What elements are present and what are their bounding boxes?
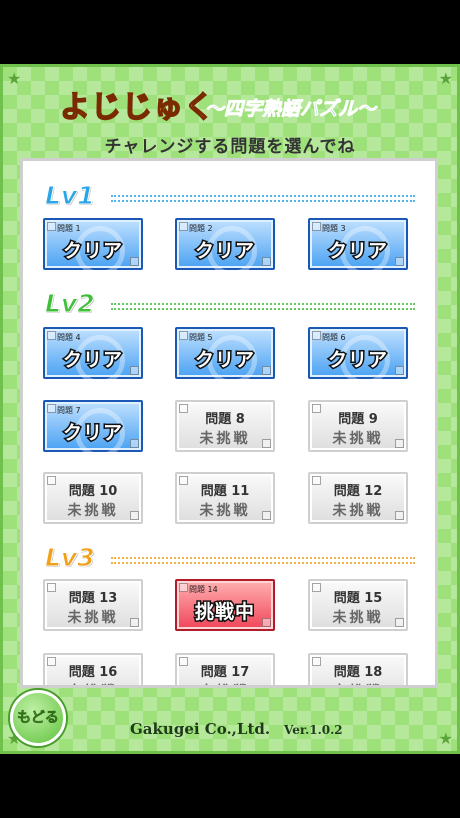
- puzzle-number: 問題 2: [189, 224, 213, 233]
- puzzle-status: 未挑戦: [67, 610, 119, 626]
- puzzle-button[interactable]: 問題 14 挑戦中: [175, 579, 275, 631]
- level-header-2: Lv2: [45, 289, 415, 319]
- level-divider: [111, 195, 415, 202]
- puzzle-status: クリア: [61, 421, 123, 446]
- puzzle-status: クリア: [193, 239, 255, 264]
- game-title: よじじゅく 〜四字熟語パズル〜: [59, 82, 420, 128]
- puzzle-button[interactable]: 問題 6 クリア: [308, 327, 408, 385]
- puzzle-status: 未挑戦: [45, 681, 141, 685]
- puzzle-status: クリア: [61, 239, 123, 264]
- level-header-1: Lv1: [45, 181, 415, 211]
- puzzle-number: 問題 4: [57, 333, 81, 342]
- puzzle-status: 未挑戦: [177, 681, 273, 685]
- puzzle-status: クリア: [61, 348, 123, 373]
- level-label: Lv1: [45, 181, 96, 211]
- puzzle-number: 問題 17: [200, 665, 250, 680]
- puzzle-number: 問題 9: [338, 412, 378, 427]
- puzzle-button[interactable]: 問題 12 未挑戦: [308, 472, 408, 524]
- puzzle-button[interactable]: 問題 2 クリア: [175, 218, 275, 276]
- company-name: Gakugei Co.,Ltd.: [130, 720, 271, 738]
- level-divider: [111, 557, 415, 564]
- puzzle-number: 問題 18: [333, 665, 383, 680]
- puzzle-button[interactable]: 問題 17未挑戦: [175, 653, 275, 685]
- star-icon: ★: [7, 69, 22, 88]
- puzzle-status: 挑戦中: [193, 600, 255, 625]
- puzzle-number: 問題 11: [200, 484, 250, 499]
- puzzle-status: クリア: [326, 239, 388, 264]
- puzzle-status: クリア: [193, 348, 255, 373]
- puzzle-number: 問題 7: [57, 406, 81, 415]
- title-main: よじじゅく: [59, 89, 215, 126]
- star-icon: ★: [438, 69, 453, 88]
- level-label: Lv3: [45, 543, 96, 573]
- puzzle-number: 問題 14: [189, 585, 218, 594]
- version-label: Ver.1.0.2: [284, 723, 343, 737]
- puzzle-number: 問題 8: [205, 412, 245, 427]
- puzzle-number: 問題 10: [68, 484, 118, 499]
- puzzle-status: 未挑戦: [199, 503, 251, 519]
- puzzle-status: 未挑戦: [332, 610, 384, 626]
- corner-fold-icon: [179, 583, 188, 592]
- puzzle-button[interactable]: 問題 15 未挑戦: [308, 579, 408, 631]
- puzzle-button[interactable]: 問題 3 クリア: [308, 218, 408, 276]
- puzzle-button[interactable]: 問題 18未挑戦: [308, 653, 408, 685]
- puzzle-button[interactable]: 問題 9 未挑戦: [308, 400, 408, 452]
- puzzle-number: 問題 1: [57, 224, 81, 233]
- puzzle-status: 未挑戦: [67, 503, 119, 519]
- puzzle-button[interactable]: 問題 11 未挑戦: [175, 472, 275, 524]
- puzzle-button[interactable]: 問題 7 クリア: [43, 400, 143, 458]
- level-divider: [111, 303, 415, 310]
- star-icon: ★: [438, 729, 453, 748]
- title-sub: 〜四字熟語パズル〜: [205, 98, 377, 121]
- corner-fold-icon: [47, 331, 56, 340]
- puzzle-status: 未挑戦: [332, 431, 384, 447]
- screen: ★ ★ ★ ★ よじじゅく 〜四字熟語パズル〜 チャレンジする問題を選んでね L…: [0, 0, 460, 818]
- puzzle-button[interactable]: 問題 1 クリア: [43, 218, 143, 276]
- puzzle-status: 未挑戦: [199, 431, 251, 447]
- puzzle-button[interactable]: 問題 5 クリア: [175, 327, 275, 385]
- puzzle-number: 問題 12: [333, 484, 383, 499]
- corner-fold-icon: [179, 222, 188, 231]
- puzzle-number: 問題 3: [322, 224, 346, 233]
- puzzle-number: 問題 16: [68, 665, 118, 680]
- instruction-text: チャレンジする問題を選んでね: [104, 137, 356, 157]
- puzzle-number: 問題 6: [322, 333, 346, 342]
- puzzle-number: 問題 5: [189, 333, 213, 342]
- level-header-3: Lv3: [45, 543, 415, 573]
- corner-fold-icon: [47, 404, 56, 413]
- puzzle-button[interactable]: 問題 8 未挑戦: [175, 400, 275, 452]
- puzzle-button[interactable]: 問題 16未挑戦: [43, 653, 143, 685]
- corner-fold-icon: [312, 222, 321, 231]
- puzzle-button[interactable]: 問題 13 未挑戦: [43, 579, 143, 631]
- puzzle-button[interactable]: 問題 10 未挑戦: [43, 472, 143, 524]
- puzzle-button[interactable]: 問題 4 クリア: [43, 327, 143, 385]
- level-label: Lv2: [45, 289, 96, 319]
- puzzle-number: 問題 15: [333, 591, 383, 606]
- puzzle-status: 未挑戦: [332, 503, 384, 519]
- back-button[interactable]: もどる: [10, 690, 66, 746]
- puzzle-status: 未挑戦: [310, 681, 406, 685]
- corner-fold-icon: [47, 222, 56, 231]
- corner-fold-icon: [312, 331, 321, 340]
- puzzle-status: クリア: [326, 348, 388, 373]
- puzzle-list-panel[interactable]: Lv1 Lv2 Lv3 問題 1 クリア 問題 2 クリア 問題 3 クリア 問題 4 クリア…: [20, 158, 438, 688]
- puzzle-number: 問題 13: [68, 591, 118, 606]
- corner-fold-icon: [179, 331, 188, 340]
